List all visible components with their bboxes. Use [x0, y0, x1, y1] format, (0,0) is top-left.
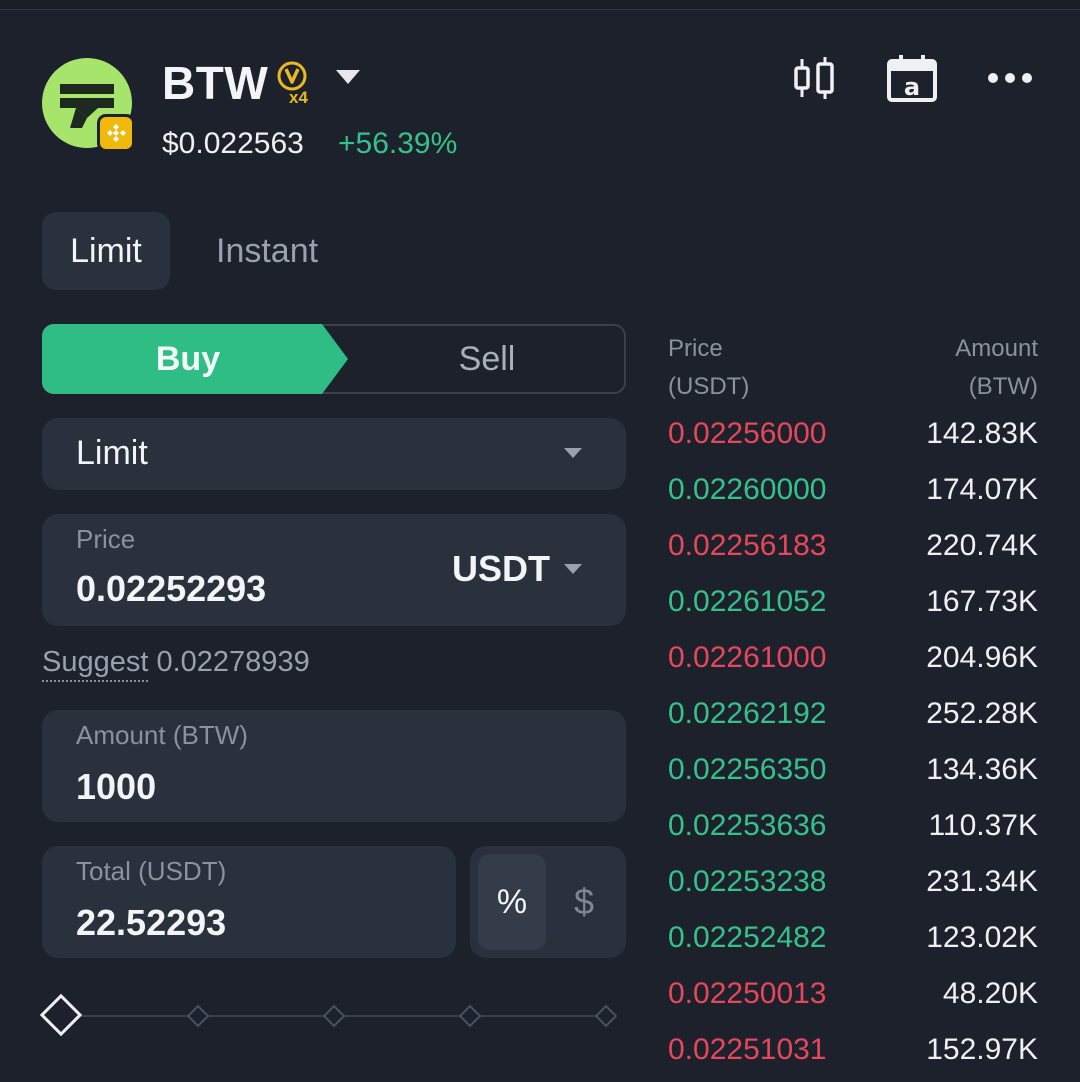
percent-toggle[interactable]: % [478, 854, 546, 950]
orderbook-amount: 134.36K [926, 753, 1038, 786]
suggest-price[interactable]: Suggest 0.02278939 [42, 646, 310, 682]
price-input[interactable]: 0.02252293 [76, 568, 266, 610]
suggest-label: Suggest [42, 646, 149, 682]
candlestick-chart-icon[interactable] [788, 52, 840, 104]
orderbook-price: 0.02250013 [668, 977, 827, 1010]
unit-chevron-down-icon[interactable] [564, 564, 582, 574]
price-header-text: Price [668, 335, 723, 362]
tab-limit[interactable]: Limit [42, 212, 170, 290]
orderbook-price: 0.02260000 [668, 473, 827, 506]
orderbook-amount: 231.34K [926, 865, 1038, 898]
amount-label: Amount (BTW) [76, 720, 248, 750]
orderbook-amount: 220.74K [926, 529, 1038, 562]
dollar-toggle[interactable]: $ [550, 854, 618, 950]
sell-button[interactable]: Sell [348, 324, 626, 394]
chevron-down-icon [564, 448, 582, 458]
orderbook-row[interactable]: 0.02256350 134.36K [668, 746, 1038, 802]
orderbook-row[interactable]: 0.02252482 123.02K [668, 914, 1038, 970]
slider-tick-25[interactable] [186, 1004, 210, 1028]
order-type-select[interactable]: Limit [42, 418, 626, 490]
orderbook-amount: 110.37K [928, 809, 1038, 842]
orderbook-amount: 167.73K [926, 585, 1038, 618]
vip-v-icon: x4 [277, 61, 308, 107]
buy-button[interactable]: Buy [42, 324, 348, 394]
amount-header-text: Amount [955, 335, 1038, 362]
vip-level: x4 [289, 88, 308, 106]
orderbook-amount: 204.96K [926, 641, 1038, 674]
vip-badge: x4 [275, 60, 323, 107]
slider-tick-100[interactable] [594, 1004, 618, 1028]
orderbook-row[interactable]: 0.02251031 152.97K [668, 1026, 1038, 1082]
orderbook-amount: 152.97K [926, 1033, 1038, 1066]
orderbook-amount: 252.28K [926, 697, 1038, 730]
amount-header-unit: (BTW) [968, 373, 1038, 400]
bnb-icon [107, 124, 126, 142]
orderbook-row[interactable]: 0.02260000 174.07K [668, 466, 1038, 522]
orderbook-row[interactable]: 0.02250013 48.20K [668, 970, 1038, 1026]
orderbook-row[interactable]: 0.02256183 220.74K [668, 522, 1038, 578]
orderbook-row[interactable]: 0.02261052 167.73K [668, 578, 1038, 634]
orderbook-row[interactable]: 0.02253636 110.37K [668, 802, 1038, 858]
token-dropdown-caret-icon[interactable] [336, 70, 360, 84]
slider-tick-50[interactable] [322, 1004, 346, 1028]
tab-instant[interactable]: Instant [216, 212, 318, 290]
slider-tick-75[interactable] [458, 1004, 482, 1028]
orderbook-row[interactable]: 0.02262192 252.28K [668, 690, 1038, 746]
orderbook-amount: 174.07K [926, 473, 1038, 506]
amount-field[interactable]: Amount (BTW) 1000 [42, 710, 626, 822]
orderbook-amount-header: Amount (BTW) [955, 330, 1038, 406]
token-name[interactable]: BTW [162, 56, 268, 110]
orderbook-price: 0.02256000 [668, 417, 827, 450]
orderbook-price: 0.02262192 [668, 697, 827, 730]
price-label: Price [76, 524, 136, 554]
orderbook-amount: 142.83K [926, 417, 1038, 450]
price-unit-select[interactable]: USDT [452, 548, 550, 590]
token-change: +56.39% [338, 127, 458, 160]
total-input[interactable]: 22.52293 [76, 902, 226, 944]
unit-toggle: % $ [470, 846, 626, 958]
price-field[interactable]: Price 0.02252293 USDT [42, 514, 626, 626]
orderbook-price: 0.02251031 [668, 1033, 827, 1066]
total-field[interactable]: Total (USDT) 22.52293 [42, 846, 456, 958]
orderbook-price: 0.02253636 [668, 809, 827, 842]
orderbook-row[interactable]: 0.02261000 204.96K [668, 634, 1038, 690]
more-icon[interactable] [984, 52, 1036, 104]
orderbook-row[interactable]: 0.02253238 231.34K [668, 858, 1038, 914]
svg-text:a: a [904, 73, 920, 101]
orderbook-list: 0.02256000 142.83K 0.02260000 174.07K 0.0225… [668, 410, 1038, 1082]
price-header-unit: (USDT) [668, 373, 750, 400]
orderbook-price: 0.02261000 [668, 641, 827, 674]
orderbook-amount: 123.02K [926, 921, 1038, 954]
orderbook-amount: 48.20K [942, 977, 1038, 1010]
orderbook-price: 0.02252482 [668, 921, 827, 954]
amount-input[interactable]: 1000 [76, 766, 156, 808]
total-label: Total (USDT) [76, 856, 227, 886]
suggest-value: 0.02278939 [156, 646, 310, 678]
orderbook-price: 0.02261052 [668, 585, 827, 618]
orderbook-price: 0.02253238 [668, 865, 827, 898]
amount-slider-handle[interactable] [39, 993, 83, 1037]
orderbook-price: 0.02256183 [668, 529, 827, 562]
orderbook-price: 0.02256350 [668, 753, 827, 786]
bnb-chain-badge [97, 114, 135, 152]
orderbook-price-header: Price (USDT) [668, 330, 749, 406]
status-divider [0, 0, 1080, 10]
order-type-value: Limit [76, 434, 148, 472]
orderbook-row[interactable]: 0.02256000 142.83K [668, 410, 1038, 466]
calendar-icon[interactable]: a [884, 52, 940, 104]
token-price: $0.022563 [162, 127, 304, 160]
